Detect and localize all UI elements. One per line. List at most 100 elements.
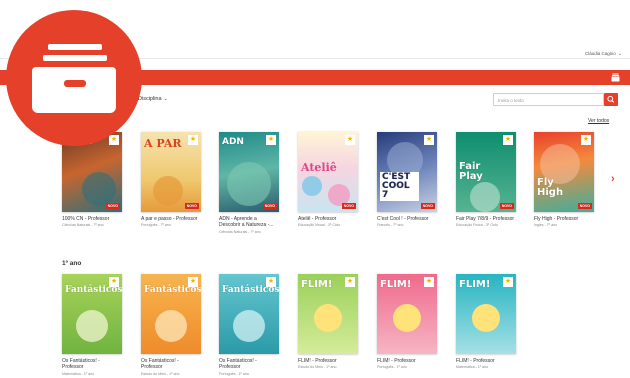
- book-card[interactable]: FLIM! ★ FLIM! - Professor Matemática - 1…: [456, 274, 516, 369]
- book-card[interactable]: ADN ★ NOVO ADN - Aprende a Descobrir a N…: [219, 132, 279, 234]
- cover-title: FLIM!: [380, 279, 412, 290]
- book-title[interactable]: ADN - Aprende a Descobrir a Natureza -..…: [219, 216, 279, 229]
- star-icon[interactable]: ★: [424, 277, 434, 287]
- book-card[interactable]: C'EST COOL 7 ★ NOVO C'est Cool ! - Profe…: [377, 132, 437, 227]
- cover-art: [472, 304, 500, 332]
- star-icon[interactable]: ★: [188, 135, 198, 145]
- book-cover[interactable]: FLIM! ★: [377, 274, 437, 354]
- cover-title: A PAR: [144, 137, 182, 150]
- new-badge: NOVO: [262, 203, 277, 209]
- search-button[interactable]: [604, 93, 618, 106]
- search-icon: [607, 95, 615, 103]
- star-icon[interactable]: ★: [581, 135, 591, 145]
- book-title[interactable]: Os Fantásticos! - Professor: [141, 358, 201, 371]
- new-badge: NOVO: [420, 203, 435, 209]
- book-card[interactable]: FLIM! ★ FLIM! - Professor Estudo do Meio…: [298, 274, 358, 369]
- cover-title: Ateliê: [301, 161, 337, 174]
- book-card[interactable]: Fantásticos ★ Os Fantásticos! - Professo…: [141, 274, 201, 376]
- cover-art: [393, 304, 421, 332]
- section-title: 1º ano: [62, 260, 82, 267]
- book-card[interactable]: Fly High ★ NOVO Fly High - Professor Ing…: [534, 132, 594, 227]
- cover-title: C'EST COOL 7: [380, 172, 419, 201]
- book-card[interactable]: Fantásticos ★ Os Fantásticos! - Professo…: [219, 274, 279, 376]
- star-icon[interactable]: ★: [188, 277, 198, 287]
- book-card[interactable]: A PAR ★ NOVO A par e passo - Professor P…: [141, 132, 201, 227]
- drawer-icon[interactable]: [611, 73, 620, 82]
- new-badge: NOVO: [105, 203, 120, 209]
- book-cover[interactable]: A PAR ★ NOVO: [141, 132, 201, 212]
- book-title[interactable]: Fly High - Professor: [534, 216, 594, 222]
- user-menu[interactable]: Cláudia Cagnio ⌄: [585, 51, 622, 57]
- book-subtitle: Português - 1º ano: [219, 371, 249, 376]
- cover-title: FLIM!: [459, 279, 491, 290]
- cover-title: FLIM!: [301, 279, 333, 290]
- book-cover[interactable]: Fantásticos ★: [219, 274, 279, 354]
- book-title[interactable]: Ateliê - Professor: [298, 216, 358, 222]
- book-card[interactable]: Fair Play ★ NOVO Fair Play 7/8/9 - Profe…: [456, 132, 516, 227]
- book-title[interactable]: Os Fantásticos! - Professor: [62, 358, 122, 371]
- book-card[interactable]: Ateliê ★ NOVO Ateliê - Professor Educaçã…: [298, 132, 358, 227]
- cover-title: ADN: [222, 137, 244, 147]
- star-icon[interactable]: ★: [266, 277, 276, 287]
- book-cover[interactable]: ADN ★ NOVO: [219, 132, 279, 212]
- app-logo[interactable]: [6, 10, 142, 146]
- archive-drawer-icon: [32, 44, 116, 113]
- book-subtitle: Educação Física - 3º Ciclo: [456, 223, 499, 228]
- star-icon[interactable]: ★: [345, 277, 355, 287]
- book-cover[interactable]: FLIM! ★: [456, 274, 516, 354]
- cover-art: [314, 304, 342, 332]
- chevron-down-icon: ⌄: [163, 96, 168, 102]
- book-card[interactable]: 100% ★ NOVO 100% CN - Professor Ciências…: [62, 132, 122, 227]
- book-cover[interactable]: Fly High ★ NOVO: [534, 132, 594, 212]
- book-card[interactable]: FLIM! ★ FLIM! - Professor Português - 1º…: [377, 274, 437, 369]
- cover-art: [153, 176, 183, 206]
- book-title[interactable]: FLIM! - Professor: [298, 358, 358, 364]
- star-icon[interactable]: ★: [266, 135, 276, 145]
- cover-title: Fantásticos: [144, 285, 201, 295]
- chevron-right-icon[interactable]: ›: [611, 173, 615, 185]
- book-subtitle: Estudo do Meio - 1º ano: [141, 371, 180, 376]
- book-cover[interactable]: C'EST COOL 7 ★ NOVO: [377, 132, 437, 212]
- star-icon[interactable]: ★: [503, 135, 513, 145]
- book-title[interactable]: FLIM! - Professor: [377, 358, 437, 364]
- discipline-filter[interactable]: Disciplina ⌄: [138, 96, 168, 102]
- search-input[interactable]: Insira o texto: [493, 93, 604, 106]
- cover-title: Fantásticos: [222, 285, 279, 295]
- book-subtitle: Educação Visual - 3º Ciclo: [298, 223, 341, 228]
- cover-title: Fair Play: [459, 161, 483, 182]
- book-cover[interactable]: Ateliê ★ NOVO: [298, 132, 358, 212]
- book-cover[interactable]: FLIM! ★: [298, 274, 358, 354]
- book-subtitle: Estudo do Meio - 1º ano: [298, 365, 337, 370]
- book-title[interactable]: C'est Cool ! - Professor: [377, 216, 437, 222]
- new-badge: NOVO: [577, 203, 592, 209]
- book-subtitle: Ciências Naturais - 7º ano: [219, 229, 261, 234]
- star-icon[interactable]: ★: [109, 277, 119, 287]
- new-badge: NOVO: [341, 203, 356, 209]
- book-title[interactable]: Os Fantásticos! - Professor: [219, 358, 279, 371]
- book-title[interactable]: A par e passo - Professor: [141, 216, 201, 222]
- book-title[interactable]: Fair Play 7/8/9 - Professor: [456, 216, 516, 222]
- book-cover[interactable]: Fantásticos ★: [62, 274, 122, 354]
- star-icon[interactable]: ★: [503, 277, 513, 287]
- book-cover[interactable]: Fair Play ★ NOVO: [456, 132, 516, 212]
- book-title[interactable]: FLIM! - Professor: [456, 358, 516, 364]
- book-subtitle: Inglês - 7º ano: [534, 223, 558, 228]
- cover-art: [76, 310, 108, 342]
- book-subtitle: Matemática - 1º ano: [456, 365, 489, 370]
- cover-title: Fly High: [537, 177, 564, 198]
- new-badge: NOVO: [499, 203, 514, 209]
- see-all-link[interactable]: Ver todos: [588, 118, 609, 124]
- cover-art: [227, 162, 271, 206]
- book-card[interactable]: Fantásticos ★ Os Fantásticos! - Professo…: [62, 274, 122, 376]
- book-title[interactable]: 100% CN - Professor: [62, 216, 122, 222]
- star-icon[interactable]: ★: [345, 135, 355, 145]
- cover-art: [155, 310, 187, 342]
- star-icon[interactable]: ★: [424, 135, 434, 145]
- book-subtitle: Matemática - 1º ano: [62, 371, 95, 376]
- book-subtitle: Português - 1º ano: [377, 365, 407, 370]
- cover-art: [233, 310, 265, 342]
- search-placeholder: Insira o texto: [498, 98, 524, 103]
- cover-art: [82, 172, 116, 206]
- book-cover[interactable]: Fantásticos ★: [141, 274, 201, 354]
- new-badge: NOVO: [184, 203, 199, 209]
